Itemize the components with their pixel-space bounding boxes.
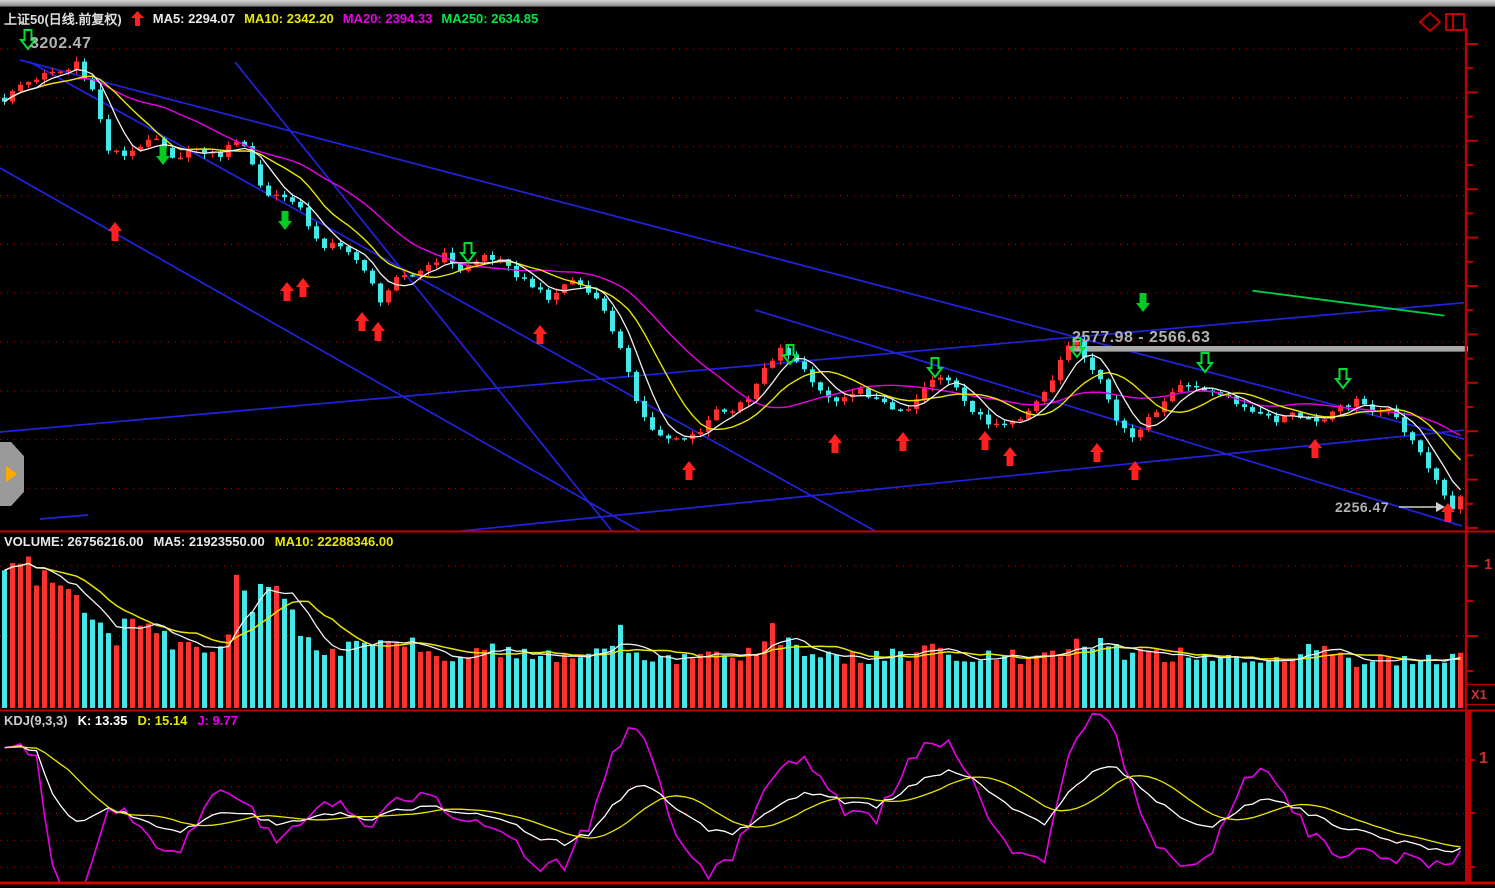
volume-axis-unit-label: X1: [1466, 684, 1495, 705]
last-price-label: 2256.47: [1335, 499, 1389, 515]
ma250-label: MA250: 2634.85: [441, 11, 538, 26]
trend-lines: [0, 60, 1495, 531]
candles-layer: [2, 57, 1463, 514]
kdj-d-label: D: 15.14: [137, 713, 187, 728]
diamond-icon[interactable]: [1418, 11, 1442, 38]
chart-canvas[interactable]: [0, 0, 1495, 888]
volume-header: VOLUME: 26756216.00 MA5: 21923550.00 MA1…: [4, 534, 393, 549]
kdj-header: KDJ(9,3,3) K: 13.35 D: 15.14 J: 9.77: [4, 713, 238, 728]
up-arrow-icon: [131, 11, 144, 26]
main-chart-header: 上证50(日线.前复权) MA5: 2294.07 MA10: 2342.20 …: [4, 9, 538, 28]
kdj-right-border: [1465, 711, 1471, 882]
expand-arrow-icon: [6, 466, 17, 482]
period-high-label: 3202.47: [30, 35, 91, 53]
volume-ma5-label: MA5: 21923550.00: [153, 534, 264, 549]
kdj-lines: [5, 714, 1461, 885]
kdj-title-label: KDJ(9,3,3): [4, 713, 68, 728]
kdj-axis-label: 1: [1479, 750, 1488, 768]
kdj-j-label: J: 9.77: [197, 713, 237, 728]
ma5-label: MA5: 2294.07: [153, 11, 235, 26]
ma10-label: MA10: 2342.20: [244, 11, 334, 26]
kdj-k-label: K: 13.35: [78, 713, 128, 728]
volume-ma10-label: MA10: 22288346.00: [275, 534, 394, 549]
price-band-label: 2577.98 - 2566.63: [1072, 329, 1210, 347]
volume-bars: [2, 556, 1463, 708]
main-gridlines: [0, 49, 1464, 867]
volume-axis-top-label: 1: [1484, 556, 1492, 573]
signal-arrows: [21, 30, 1455, 522]
ma-lines: [5, 70, 1461, 490]
chart-title: 上证50(日线.前复权): [4, 9, 122, 28]
volume-value-label: VOLUME: 26756216.00: [4, 534, 143, 549]
ma20-label: MA20: 2394.33: [343, 11, 433, 26]
chart-app-window: 上证50(日线.前复权) MA5: 2294.07 MA10: 2342.20 …: [0, 0, 1495, 888]
split-window-icon[interactable]: [1444, 11, 1466, 38]
